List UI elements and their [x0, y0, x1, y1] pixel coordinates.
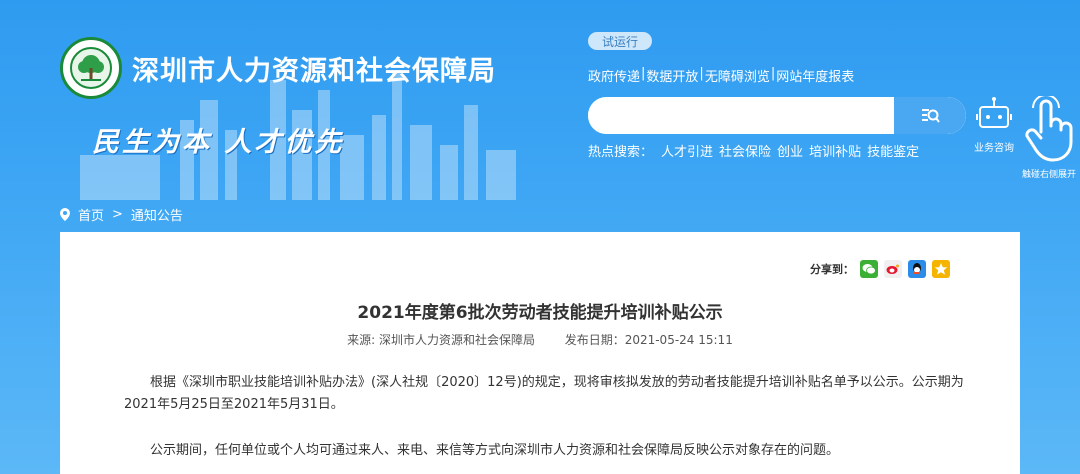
search-bar: [588, 97, 966, 134]
breadcrumb-current[interactable]: 通知公告: [131, 205, 183, 224]
article-source: 来源: 深圳市人力资源和社会保障局: [347, 333, 536, 347]
article-date: 发布日期：2021-05-24 15:11: [564, 333, 733, 347]
location-pin-icon: [60, 208, 70, 221]
hot-keyword[interactable]: 培训补贴: [809, 141, 861, 160]
article-paragraph: 根据《深圳市职业技能培训补贴办法》(深人社规〔2020〕12号)的规定，现将审核…: [124, 375, 964, 412]
link-gov-news[interactable]: 政府传递: [588, 66, 640, 85]
link-separator: |: [641, 66, 646, 81]
hand-pointer-icon: [1025, 94, 1073, 162]
weibo-icon[interactable]: [884, 260, 902, 278]
article-card: 分享到： 2021年度第6批次劳动者技能提升培训补贴公示 来源: 深圳市人力资源…: [60, 232, 1020, 474]
share-label: 分享到：: [810, 263, 854, 276]
site-title: 深圳市人力资源和社会保障局: [132, 55, 496, 87]
hot-search-label: 热点搜索：: [588, 145, 654, 160]
bureau-emblem-icon: [60, 37, 122, 99]
hot-keyword[interactable]: 创业: [777, 141, 803, 160]
hot-keyword[interactable]: 技能鉴定: [867, 141, 919, 160]
expand-side-button[interactable]: 触碰右侧展开: [1018, 94, 1080, 180]
article-title: 2021年度第6批次劳动者技能提升培训补贴公示: [357, 303, 723, 323]
breadcrumb-home[interactable]: 首页: [78, 205, 104, 224]
link-separator: |: [699, 66, 704, 81]
breadcrumb-separator: >: [112, 207, 123, 222]
qq-icon[interactable]: [908, 260, 926, 278]
robot-icon: [976, 97, 1012, 128]
link-accessibility[interactable]: 无障碍浏览: [705, 66, 770, 85]
link-annual-report[interactable]: 网站年度报表: [776, 66, 854, 85]
search-icon: [922, 108, 940, 123]
article-paragraph: 公示期间，任何单位或个人均可通过来人、来电、来信等方式向深圳市人力资源和社会保障…: [150, 443, 840, 458]
hand-label: 触碰右侧展开: [1021, 170, 1076, 180]
search-input[interactable]: [588, 97, 894, 134]
article-meta: 来源: 深圳市人力资源和社会保障局 发布日期：2021-05-24 15:11: [60, 331, 1020, 348]
hot-keyword[interactable]: 社会保险: [719, 141, 771, 160]
search-button[interactable]: [894, 97, 966, 134]
slogan: 民生为本 人才优先: [92, 127, 345, 158]
breadcrumb: 首页 > 通知公告: [60, 205, 183, 224]
qzone-icon[interactable]: [932, 260, 950, 278]
share-bar: 分享到：: [810, 260, 950, 278]
site-header: 深圳市人力资源和社会保障局 民生为本 人才优先 试运行 政府传递 | 数据开放 …: [0, 0, 1080, 200]
business-consult-button[interactable]: 业务咨询: [972, 96, 1016, 154]
top-links: 政府传递 | 数据开放 | 无障碍浏览 | 网站年度报表: [588, 66, 854, 85]
wechat-icon[interactable]: [860, 260, 878, 278]
trial-badge: 试运行: [588, 32, 652, 50]
site-logo[interactable]: 深圳市人力资源和社会保障局: [60, 37, 496, 99]
link-data-open[interactable]: 数据开放: [646, 66, 698, 85]
hot-keyword[interactable]: 人才引进: [661, 141, 713, 160]
robot-label: 业务咨询: [974, 143, 1014, 154]
hot-search: 热点搜索： 人才引进 社会保险 创业 培训补贴 技能鉴定: [588, 141, 925, 160]
link-separator: |: [770, 66, 776, 81]
